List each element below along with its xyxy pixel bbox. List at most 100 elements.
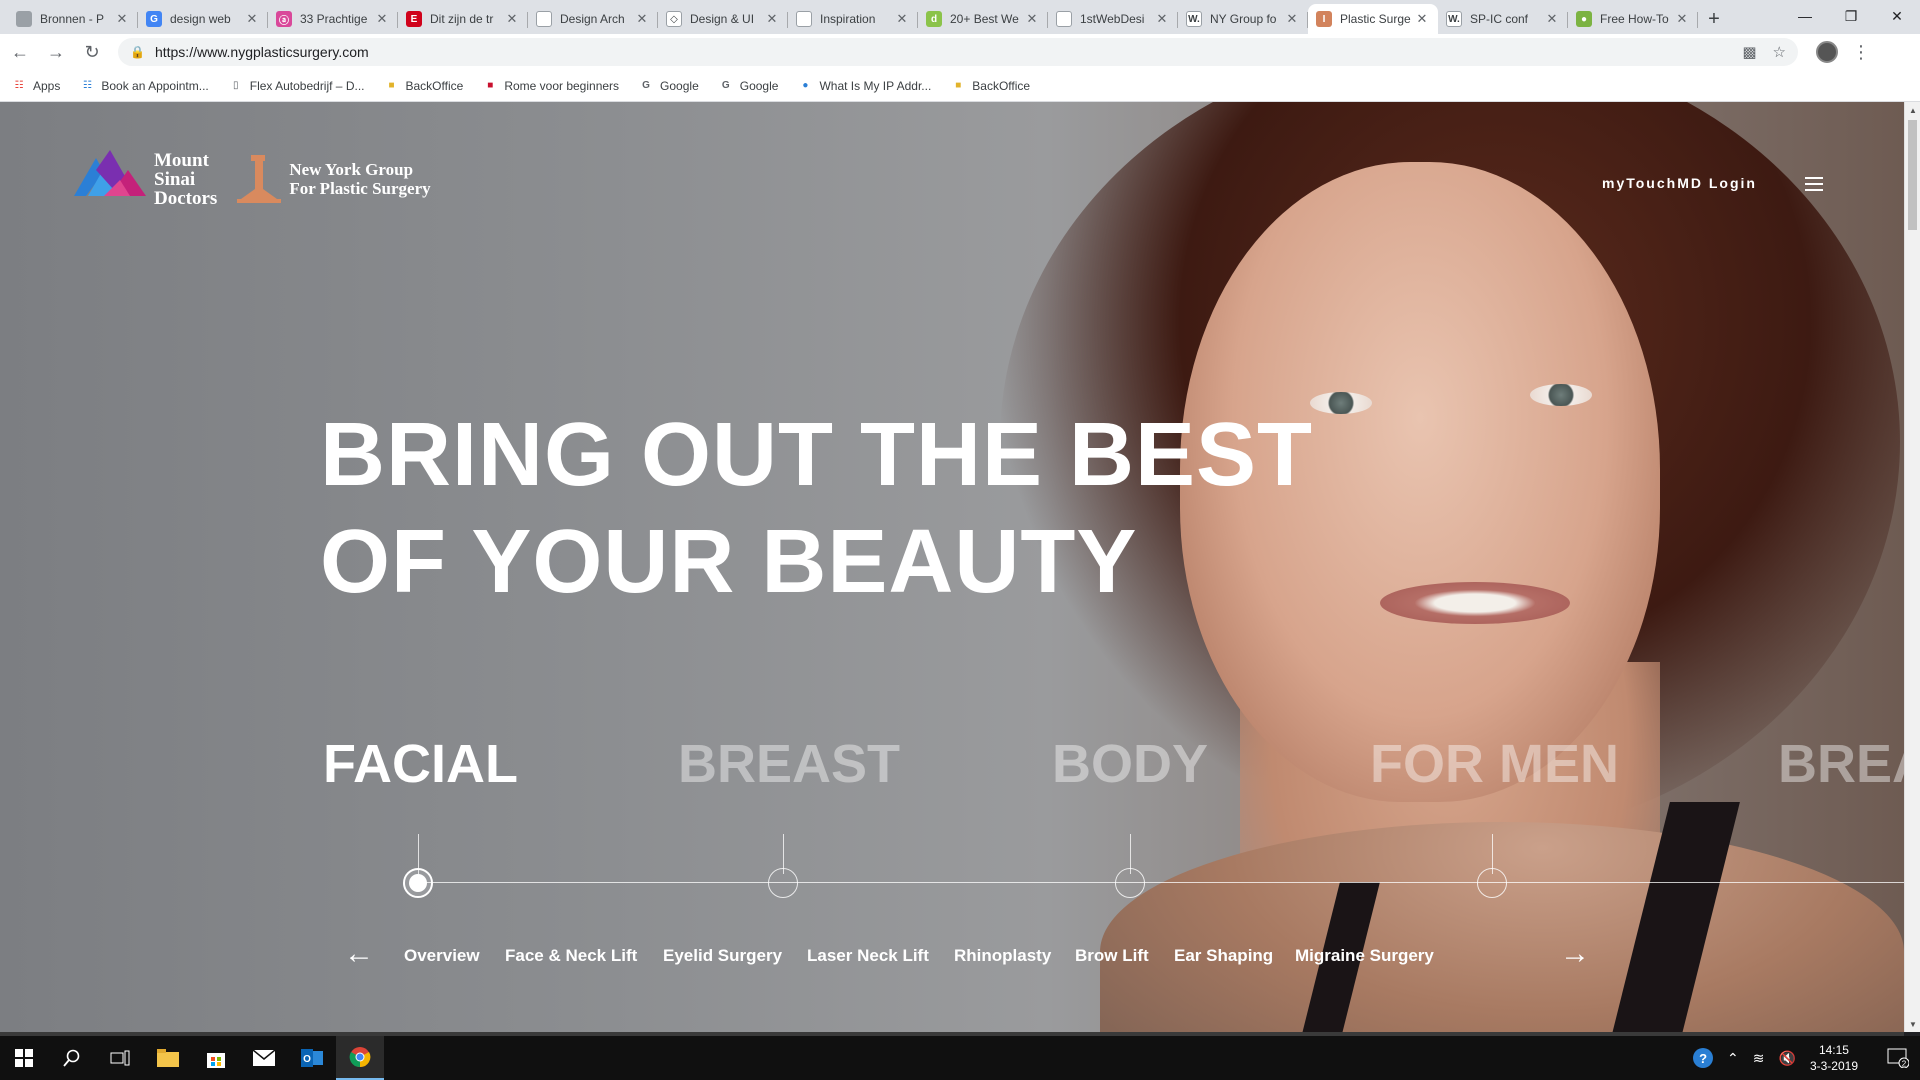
tab-close-icon[interactable]: ✕ [894,11,910,27]
bookmark-item[interactable]: ▯ Flex Autobedrijf – D... [229,79,365,93]
browser-tab[interactable]: 1stWebDesi ✕ [1048,4,1178,34]
search-icon[interactable] [48,1036,96,1080]
timeline-node-breast[interactable] [768,868,798,898]
browser-tab[interactable]: ● Free How-To ✕ [1568,4,1698,34]
svg-text:O: O [303,1054,311,1065]
tab-title: 1stWebDesi [1080,12,1145,26]
scroll-down-icon[interactable]: ▼ [1905,1016,1920,1032]
browser-tab[interactable]: W. NY Group fo ✕ [1178,4,1308,34]
back-arrow-icon[interactable]: ← [4,36,36,68]
timeline-node-facial[interactable] [403,868,433,898]
minimize-icon[interactable]: — [1782,0,1828,32]
wifi-icon[interactable]: ≋ [1753,1050,1765,1067]
tab-close-icon[interactable]: ✕ [1284,11,1300,27]
tab-close-icon[interactable]: ✕ [764,11,780,27]
site-logos[interactable]: Mount Sinai Doctors New York Group For P… [74,150,431,208]
browser-tab[interactable]: ⓐ 33 Prachtige ✕ [268,4,398,34]
tab-title: Design & UI [690,12,755,26]
notification-center-icon[interactable]: 2 [1876,1036,1920,1080]
mail-icon[interactable] [240,1036,288,1080]
chrome-taskbar-icon[interactable] [336,1036,384,1080]
category-for-men[interactable]: FOR MEN [1370,737,1619,791]
subnav-overview[interactable]: Overview [404,946,480,966]
tab-favicon-icon: ◇ [666,11,682,27]
scroll-thumb[interactable] [1908,120,1917,230]
category-breast[interactable]: BREAST [678,737,900,791]
browser-tab[interactable]: d 20+ Best We ✕ [918,4,1048,34]
bookmark-item[interactable]: G Google [719,79,779,93]
volume-muted-icon[interactable]: 🔇 [1779,1050,1796,1067]
bookmark-item[interactable]: ■ BackOffice [951,79,1030,93]
browser-menu-icon[interactable]: ⋮ [1852,42,1870,63]
tab-close-icon[interactable]: ✕ [1154,11,1170,27]
tab-close-icon[interactable]: ✕ [1024,11,1040,27]
outlook-icon[interactable]: O [288,1036,336,1080]
category-facial[interactable]: FACIAL [323,737,518,791]
help-icon[interactable]: ? [1693,1048,1714,1068]
browser-tab[interactable]: I Plastic Surge ✕ [1308,4,1438,34]
nyg-column-logo-icon [237,155,282,203]
task-view-icon[interactable] [96,1036,144,1080]
tab-close-icon[interactable]: ✕ [374,11,390,27]
tab-close-icon[interactable]: ✕ [634,11,650,27]
tab-title: 33 Prachtige [300,12,368,26]
subnav-migraine-surgery[interactable]: Migraine Surgery [1295,946,1434,966]
vertical-scrollbar[interactable]: ▲ ▼ [1904,102,1920,1032]
tab-close-icon[interactable]: ✕ [114,11,130,27]
profile-avatar[interactable] [1816,41,1838,63]
bookmark-item[interactable]: ■ BackOffice [385,79,463,93]
translate-icon[interactable]: ▩ [1742,43,1756,61]
chevron-up-icon[interactable]: ⌃ [1727,1050,1739,1067]
tab-close-icon[interactable]: ✕ [1414,11,1430,27]
next-arrow-icon[interactable]: → [1560,939,1590,969]
window-controls: — ❐ ✕ [1782,0,1920,32]
subnav-brow-lift[interactable]: Brow Lift [1075,946,1149,966]
file-explorer-icon[interactable] [144,1036,192,1080]
tab-close-icon[interactable]: ✕ [244,11,260,27]
mytouchmd-login-link[interactable]: myTouchMD Login [1602,175,1757,191]
forward-arrow-icon[interactable]: → [40,36,72,68]
logo-line: Mount [154,149,209,171]
subnav-ear-shaping[interactable]: Ear Shaping [1174,946,1273,966]
browser-tab[interactable]: Design Arch ✕ [528,4,658,34]
browser-tab[interactable]: Inspiration ✕ [788,4,918,34]
tab-title: Inspiration [820,12,876,26]
hamburger-menu-icon[interactable] [1805,177,1823,191]
scroll-up-icon[interactable]: ▲ [1905,102,1920,118]
tab-close-icon[interactable]: ✕ [504,11,520,27]
address-bar[interactable]: 🔒 https://www.nygplasticsurgery.com ▩ ☆ [118,38,1798,66]
prev-arrow-icon[interactable]: ← [344,939,374,969]
browser-tab[interactable]: Gdesign web ✕ [138,4,268,34]
bookmark-item[interactable]: ☷ Apps [12,79,61,93]
tab-close-icon[interactable]: ✕ [1544,11,1560,27]
restore-icon[interactable]: ❐ [1828,0,1874,32]
folder-icon: ■ [955,80,962,91]
subnav-eyelid-surgery[interactable]: Eyelid Surgery [663,946,782,966]
clock[interactable]: 14:15 3-3-2019 [1810,1042,1858,1074]
bookmark-item[interactable]: G Google [639,79,699,93]
subnav-laser-neck-lift[interactable]: Laser Neck Lift [807,946,929,966]
reload-icon[interactable]: ↻ [76,36,108,68]
bookmark-label: BackOffice [972,78,1031,93]
tab-close-icon[interactable]: ✕ [1674,11,1690,27]
tab-title: Dit zijn de tr [430,12,494,26]
browser-tab[interactable]: Bronnen - P ✕ [8,4,138,34]
grid-icon: ☷ [82,80,92,91]
new-tab-button[interactable]: + [1698,4,1730,34]
headline-line: BRING OUT THE BEST [320,405,1314,505]
windows-start-icon[interactable] [0,1036,48,1080]
browser-tab[interactable]: W. SP-IC conf ✕ [1438,4,1568,34]
bookmark-item[interactable]: ● What Is My IP Addr... [798,79,931,93]
lock-icon: 🔒 [130,45,145,59]
bookmark-star-icon[interactable]: ☆ [1773,43,1786,61]
bookmark-item[interactable]: ☷ Book an Appointm... [80,79,209,93]
category-breast-repeat[interactable]: BREA [1778,737,1904,791]
category-body[interactable]: BODY [1052,737,1208,791]
close-window-icon[interactable]: ✕ [1874,0,1920,32]
bookmark-item[interactable]: ■ Rome voor beginners [483,79,619,93]
subnav-face-neck-lift[interactable]: Face & Neck Lift [505,946,637,966]
subnav-rhinoplasty[interactable]: Rhinoplasty [954,946,1051,966]
browser-tab[interactable]: E Dit zijn de tr ✕ [398,4,528,34]
browser-tab[interactable]: ◇ Design & UI ✕ [658,4,788,34]
store-icon[interactable] [192,1036,240,1080]
